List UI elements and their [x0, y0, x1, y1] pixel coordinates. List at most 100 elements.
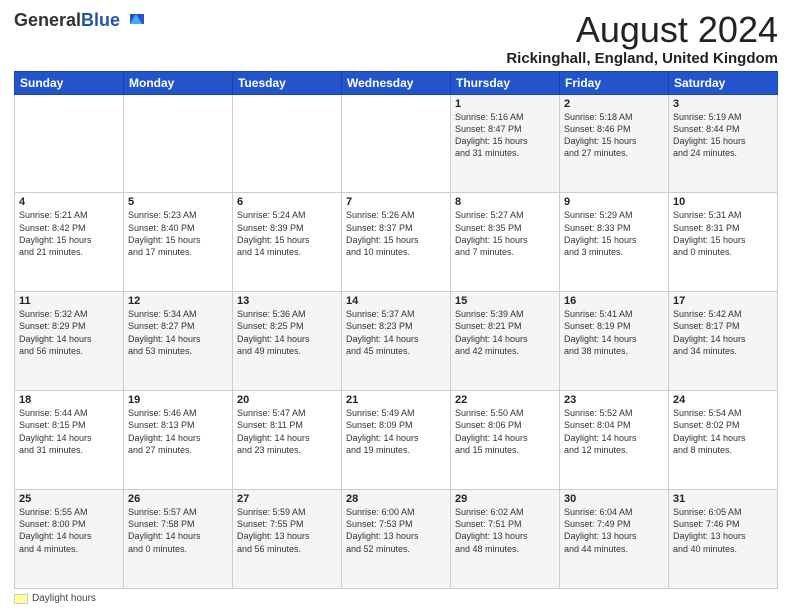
day-number: 1 — [455, 98, 555, 110]
day-info: Sunrise: 5:27 AM Sunset: 8:35 PM Dayligh… — [455, 209, 555, 258]
calendar-table: SundayMondayTuesdayWednesdayThursdayFrid… — [14, 71, 778, 589]
calendar-cell — [124, 94, 233, 193]
header: GeneralBlue August 2024 Rickinghall, Eng… — [14, 10, 778, 67]
day-number: 16 — [564, 295, 664, 307]
day-info: Sunrise: 6:04 AM Sunset: 7:49 PM Dayligh… — [564, 506, 664, 555]
calendar-cell: 3Sunrise: 5:19 AM Sunset: 8:44 PM Daylig… — [669, 94, 778, 193]
day-info: Sunrise: 5:57 AM Sunset: 7:58 PM Dayligh… — [128, 506, 228, 555]
day-number: 2 — [564, 98, 664, 110]
calendar-cell: 5Sunrise: 5:23 AM Sunset: 8:40 PM Daylig… — [124, 193, 233, 292]
day-info: Sunrise: 5:23 AM Sunset: 8:40 PM Dayligh… — [128, 209, 228, 258]
week-row-2: 4Sunrise: 5:21 AM Sunset: 8:42 PM Daylig… — [15, 193, 778, 292]
location: Rickinghall, England, United Kingdom — [506, 50, 778, 67]
day-number: 8 — [455, 196, 555, 208]
day-info: Sunrise: 5:50 AM Sunset: 8:06 PM Dayligh… — [455, 407, 555, 456]
day-number: 5 — [128, 196, 228, 208]
day-info: Sunrise: 5:47 AM Sunset: 8:11 PM Dayligh… — [237, 407, 337, 456]
day-header-monday: Monday — [124, 71, 233, 94]
calendar-cell: 20Sunrise: 5:47 AM Sunset: 8:11 PM Dayli… — [233, 391, 342, 490]
day-header-sunday: Sunday — [15, 71, 124, 94]
calendar-cell: 15Sunrise: 5:39 AM Sunset: 8:21 PM Dayli… — [451, 292, 560, 391]
calendar-cell: 10Sunrise: 5:31 AM Sunset: 8:31 PM Dayli… — [669, 193, 778, 292]
day-number: 14 — [346, 295, 446, 307]
header-row: SundayMondayTuesdayWednesdayThursdayFrid… — [15, 71, 778, 94]
day-info: Sunrise: 5:31 AM Sunset: 8:31 PM Dayligh… — [673, 209, 773, 258]
day-info: Sunrise: 5:49 AM Sunset: 8:09 PM Dayligh… — [346, 407, 446, 456]
calendar-cell: 18Sunrise: 5:44 AM Sunset: 8:15 PM Dayli… — [15, 391, 124, 490]
day-header-saturday: Saturday — [669, 71, 778, 94]
day-number: 19 — [128, 394, 228, 406]
calendar-body: 1Sunrise: 5:16 AM Sunset: 8:47 PM Daylig… — [15, 94, 778, 588]
calendar-cell: 1Sunrise: 5:16 AM Sunset: 8:47 PM Daylig… — [451, 94, 560, 193]
legend-box — [14, 594, 28, 604]
calendar-cell: 31Sunrise: 6:05 AM Sunset: 7:46 PM Dayli… — [669, 490, 778, 589]
calendar-cell: 21Sunrise: 5:49 AM Sunset: 8:09 PM Dayli… — [342, 391, 451, 490]
day-info: Sunrise: 5:42 AM Sunset: 8:17 PM Dayligh… — [673, 308, 773, 357]
day-info: Sunrise: 6:00 AM Sunset: 7:53 PM Dayligh… — [346, 506, 446, 555]
calendar-cell: 14Sunrise: 5:37 AM Sunset: 8:23 PM Dayli… — [342, 292, 451, 391]
footer: Daylight hours — [14, 593, 778, 604]
day-number: 12 — [128, 295, 228, 307]
day-number: 6 — [237, 196, 337, 208]
day-info: Sunrise: 5:54 AM Sunset: 8:02 PM Dayligh… — [673, 407, 773, 456]
day-number: 24 — [673, 394, 773, 406]
day-info: Sunrise: 6:05 AM Sunset: 7:46 PM Dayligh… — [673, 506, 773, 555]
calendar-cell: 4Sunrise: 5:21 AM Sunset: 8:42 PM Daylig… — [15, 193, 124, 292]
week-row-4: 18Sunrise: 5:44 AM Sunset: 8:15 PM Dayli… — [15, 391, 778, 490]
day-info: Sunrise: 5:16 AM Sunset: 8:47 PM Dayligh… — [455, 111, 555, 160]
calendar-cell: 24Sunrise: 5:54 AM Sunset: 8:02 PM Dayli… — [669, 391, 778, 490]
calendar-cell — [233, 94, 342, 193]
logo-general: GeneralBlue — [14, 11, 120, 31]
day-info: Sunrise: 5:19 AM Sunset: 8:44 PM Dayligh… — [673, 111, 773, 160]
logo-icon — [122, 10, 144, 32]
month-title: August 2024 — [506, 10, 778, 50]
calendar-cell: 2Sunrise: 5:18 AM Sunset: 8:46 PM Daylig… — [560, 94, 669, 193]
logo: GeneralBlue — [14, 10, 144, 32]
day-info: Sunrise: 5:24 AM Sunset: 8:39 PM Dayligh… — [237, 209, 337, 258]
day-number: 18 — [19, 394, 119, 406]
day-info: Sunrise: 5:44 AM Sunset: 8:15 PM Dayligh… — [19, 407, 119, 456]
day-info: Sunrise: 5:26 AM Sunset: 8:37 PM Dayligh… — [346, 209, 446, 258]
day-number: 15 — [455, 295, 555, 307]
day-number: 11 — [19, 295, 119, 307]
week-row-5: 25Sunrise: 5:55 AM Sunset: 8:00 PM Dayli… — [15, 490, 778, 589]
calendar-cell: 25Sunrise: 5:55 AM Sunset: 8:00 PM Dayli… — [15, 490, 124, 589]
day-info: Sunrise: 5:37 AM Sunset: 8:23 PM Dayligh… — [346, 308, 446, 357]
day-number: 21 — [346, 394, 446, 406]
calendar-cell: 17Sunrise: 5:42 AM Sunset: 8:17 PM Dayli… — [669, 292, 778, 391]
day-number: 25 — [19, 493, 119, 505]
calendar-cell: 6Sunrise: 5:24 AM Sunset: 8:39 PM Daylig… — [233, 193, 342, 292]
calendar: SundayMondayTuesdayWednesdayThursdayFrid… — [14, 71, 778, 589]
day-number: 7 — [346, 196, 446, 208]
calendar-cell: 27Sunrise: 5:59 AM Sunset: 7:55 PM Dayli… — [233, 490, 342, 589]
calendar-cell: 13Sunrise: 5:36 AM Sunset: 8:25 PM Dayli… — [233, 292, 342, 391]
day-number: 29 — [455, 493, 555, 505]
day-number: 13 — [237, 295, 337, 307]
calendar-header: SundayMondayTuesdayWednesdayThursdayFrid… — [15, 71, 778, 94]
calendar-cell: 30Sunrise: 6:04 AM Sunset: 7:49 PM Dayli… — [560, 490, 669, 589]
day-info: Sunrise: 5:21 AM Sunset: 8:42 PM Dayligh… — [19, 209, 119, 258]
calendar-cell: 19Sunrise: 5:46 AM Sunset: 8:13 PM Dayli… — [124, 391, 233, 490]
day-number: 26 — [128, 493, 228, 505]
day-number: 22 — [455, 394, 555, 406]
day-number: 28 — [346, 493, 446, 505]
day-header-thursday: Thursday — [451, 71, 560, 94]
day-header-wednesday: Wednesday — [342, 71, 451, 94]
day-info: Sunrise: 5:36 AM Sunset: 8:25 PM Dayligh… — [237, 308, 337, 357]
calendar-cell: 23Sunrise: 5:52 AM Sunset: 8:04 PM Dayli… — [560, 391, 669, 490]
calendar-cell: 12Sunrise: 5:34 AM Sunset: 8:27 PM Dayli… — [124, 292, 233, 391]
day-number: 31 — [673, 493, 773, 505]
day-info: Sunrise: 5:55 AM Sunset: 8:00 PM Dayligh… — [19, 506, 119, 555]
day-info: Sunrise: 5:18 AM Sunset: 8:46 PM Dayligh… — [564, 111, 664, 160]
day-info: Sunrise: 6:02 AM Sunset: 7:51 PM Dayligh… — [455, 506, 555, 555]
day-number: 23 — [564, 394, 664, 406]
day-header-tuesday: Tuesday — [233, 71, 342, 94]
calendar-cell — [342, 94, 451, 193]
page: GeneralBlue August 2024 Rickinghall, Eng… — [0, 0, 792, 612]
calendar-cell: 29Sunrise: 6:02 AM Sunset: 7:51 PM Dayli… — [451, 490, 560, 589]
day-number: 17 — [673, 295, 773, 307]
calendar-cell: 26Sunrise: 5:57 AM Sunset: 7:58 PM Dayli… — [124, 490, 233, 589]
day-number: 9 — [564, 196, 664, 208]
calendar-cell: 9Sunrise: 5:29 AM Sunset: 8:33 PM Daylig… — [560, 193, 669, 292]
day-info: Sunrise: 5:32 AM Sunset: 8:29 PM Dayligh… — [19, 308, 119, 357]
